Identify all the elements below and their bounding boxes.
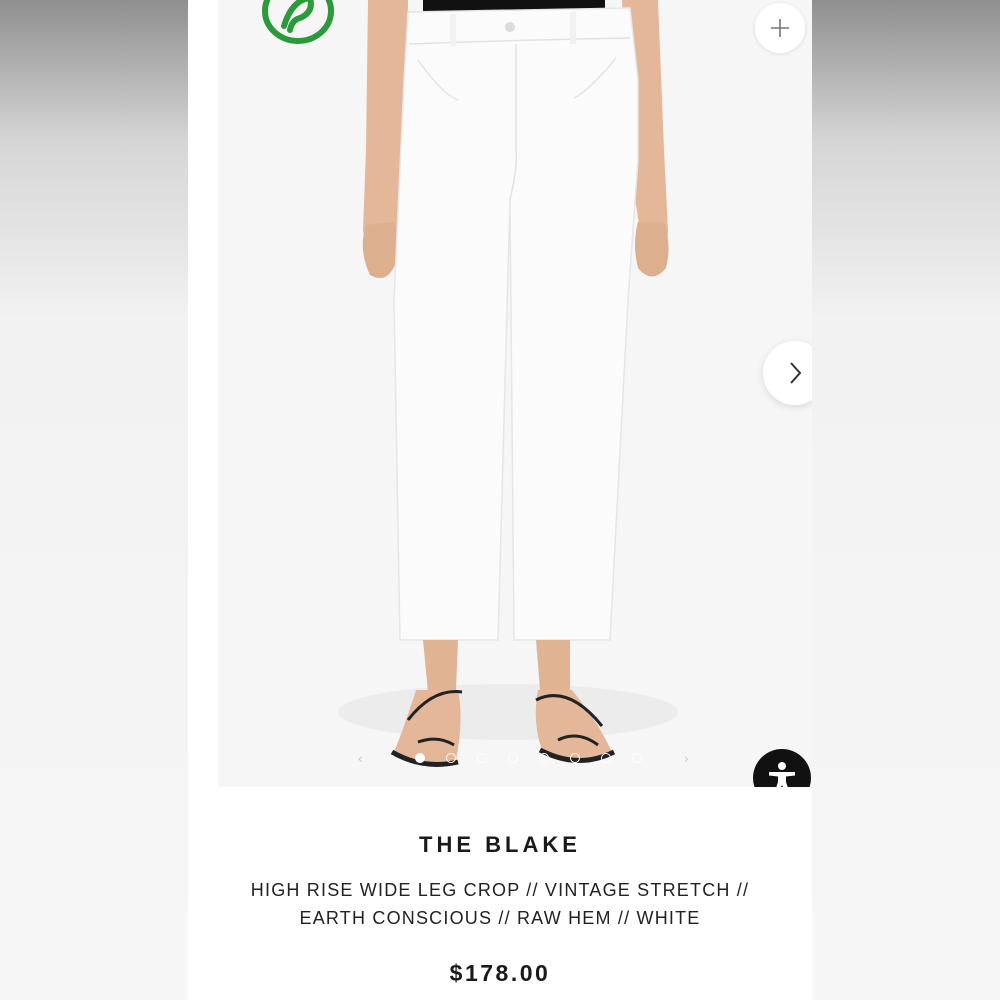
pagination-dot[interactable]	[601, 753, 611, 763]
product-subtitle-line: EARTH CONSCIOUS // RAW HEM // WHITE	[299, 908, 701, 928]
product-subtitle: HIGH RISE WIDE LEG CROP // VINTAGE STRET…	[240, 876, 760, 932]
product-price: $178.00	[449, 960, 551, 986]
background-left	[0, 0, 188, 1000]
pagination-dot[interactable]	[632, 753, 642, 763]
product-photo	[338, 0, 678, 767]
eco-leaf-icon	[262, 0, 334, 44]
product-title: THE BLAKE	[419, 832, 581, 857]
pagination-dot[interactable]	[539, 753, 549, 763]
product-subtitle-line: HIGH RISE WIDE LEG CROP // VINTAGE STRET…	[250, 880, 750, 900]
image-pagination: ‹ ›	[358, 750, 718, 766]
pagination-dot[interactable]	[477, 753, 487, 763]
plus-icon	[771, 19, 789, 37]
accessibility-icon	[769, 762, 795, 787]
add-button[interactable]	[755, 3, 805, 53]
product-image-gallery[interactable]: ‹ ›	[218, 0, 812, 787]
pagination-dot[interactable]	[446, 753, 456, 763]
next-dot-arrow[interactable]: ›	[684, 750, 689, 766]
pagination-dot[interactable]	[508, 753, 518, 763]
product-info: THE BLAKE HIGH RISE WIDE LEG CROP // VIN…	[188, 820, 812, 987]
prev-dot-arrow[interactable]: ‹	[358, 750, 363, 766]
pagination-dot[interactable]	[415, 753, 425, 763]
pagination-dot[interactable]	[570, 753, 580, 763]
background-right	[812, 0, 1000, 1000]
chevron-right-icon	[790, 362, 802, 384]
product-page: ‹ › THE BLAKE HIGH RISE WIDE LEG CROP //…	[188, 0, 812, 1000]
